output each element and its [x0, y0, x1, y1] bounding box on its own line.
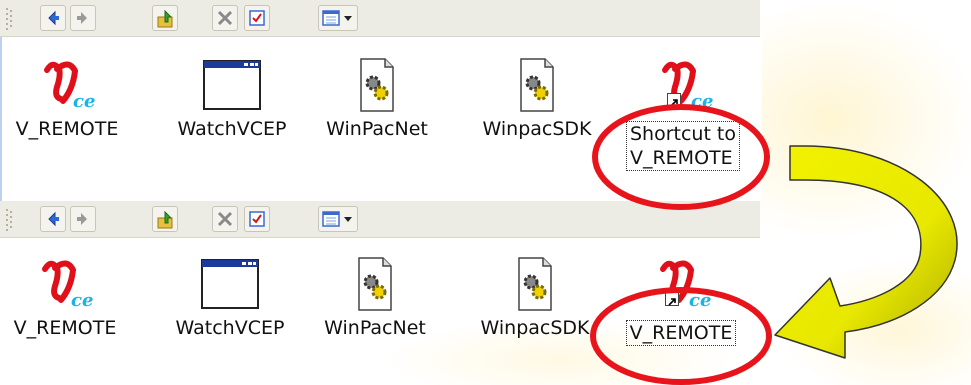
file-label: WatchVCEP: [175, 317, 285, 339]
views-icon: [322, 211, 352, 227]
file-pane-bottom: ce V_REMOTE WatchVCEP WinPacNet WinpacSD…: [0, 238, 760, 385]
file-label-line: V_REMOTE: [629, 147, 733, 169]
vce-shortcut-icon: ce: [662, 61, 713, 112]
gear-document-icon: [360, 58, 394, 112]
toolbar-bottom: [0, 201, 760, 238]
file-item-watchvcep[interactable]: WatchVCEP: [155, 254, 305, 340]
file-item-shortcut-v-remote[interactable]: ce Shortcut to V_REMOTE: [608, 55, 758, 171]
toolbar-grip-icon[interactable]: [6, 8, 14, 30]
file-item-winpacsdk[interactable]: WinpacSDK: [460, 254, 610, 340]
forward-icon: [77, 213, 87, 225]
svg-text:ce: ce: [71, 290, 93, 311]
delete-button[interactable]: [212, 5, 238, 31]
toolbar-grip-icon[interactable]: [6, 209, 14, 231]
gear-document-icon: [520, 58, 554, 112]
shortcut-arrow-icon: [667, 93, 681, 107]
window-app-icon: [203, 60, 261, 110]
shortcut-icon-wrap: ce: [643, 55, 723, 115]
back-icon: [48, 211, 59, 227]
file-label-selected: V_REMOTE: [625, 320, 737, 346]
views-dropdown-button[interactable]: [318, 5, 358, 31]
file-item-v-remote[interactable]: ce V_REMOTE: [0, 254, 140, 340]
shortcut-icon-wrap: ce: [641, 254, 721, 314]
up-folder-button[interactable]: [152, 206, 178, 232]
file-label: WinPacNet: [324, 317, 426, 339]
file-item-winpacsdk[interactable]: WinpacSDK: [462, 55, 612, 141]
back-button[interactable]: [40, 5, 66, 31]
vce-logo-icon: ce: [42, 260, 93, 311]
forward-button[interactable]: [70, 206, 96, 232]
back-button[interactable]: [40, 206, 66, 232]
up-folder-icon: [157, 9, 173, 28]
delete-icon: [217, 10, 233, 26]
file-label: WatchVCEP: [177, 118, 287, 140]
toolbar-top: [0, 0, 760, 37]
file-item-shortcut-v-remote[interactable]: ce V_REMOTE: [606, 254, 756, 346]
gear-document-icon: [518, 257, 552, 311]
file-label: WinpacSDK: [482, 118, 592, 140]
file-label: V_REMOTE: [15, 118, 119, 140]
file-label: V_REMOTE: [13, 317, 117, 339]
properties-icon: [249, 10, 265, 26]
file-label: WinPacNet: [326, 118, 428, 140]
views-icon: [322, 10, 352, 26]
forward-button[interactable]: [70, 5, 96, 31]
back-icon: [48, 10, 59, 26]
gear-document-icon: [358, 257, 392, 311]
file-label: WinpacSDK: [480, 317, 590, 339]
properties-button[interactable]: [244, 206, 270, 232]
svg-text:ce: ce: [73, 91, 95, 112]
file-pane-top: ce V_REMOTE WatchVCEP WinPacNet WinpacSD…: [0, 37, 762, 201]
vce-shortcut-icon: ce: [660, 260, 711, 311]
up-folder-button[interactable]: [152, 5, 178, 31]
svg-text:ce: ce: [689, 290, 711, 311]
file-item-v-remote[interactable]: ce V_REMOTE: [0, 55, 142, 141]
file-item-winpacnet[interactable]: WinPacNet: [302, 55, 452, 141]
properties-icon: [249, 211, 265, 227]
shortcut-arrow-icon: [665, 292, 679, 306]
file-item-watchvcep[interactable]: WatchVCEP: [157, 55, 307, 141]
views-dropdown-button[interactable]: [318, 206, 358, 232]
file-label-line: Shortcut to: [629, 123, 737, 145]
delete-button[interactable]: [212, 206, 238, 232]
delete-icon: [217, 211, 233, 227]
forward-icon: [77, 12, 87, 24]
properties-button[interactable]: [244, 5, 270, 31]
vce-logo-icon: ce: [44, 61, 95, 112]
window-app-icon: [201, 259, 259, 309]
up-folder-icon: [157, 210, 173, 229]
svg-text:ce: ce: [691, 91, 713, 112]
file-item-winpacnet[interactable]: WinPacNet: [300, 254, 450, 340]
file-label-selected: Shortcut to V_REMOTE: [625, 121, 741, 171]
